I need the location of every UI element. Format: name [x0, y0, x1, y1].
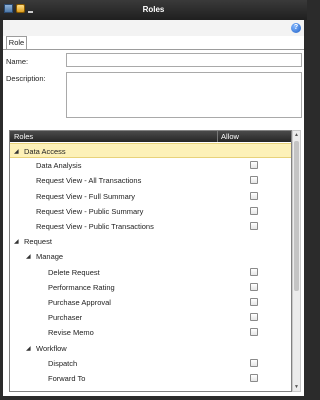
allow-checkbox[interactable]: [250, 282, 258, 291]
grid-row[interactable]: Request View - Full Summary: [10, 189, 291, 204]
triangle-expanded-icon[interactable]: ◢: [26, 253, 31, 260]
grid-row-label: Workflow: [36, 343, 67, 353]
scroll-down-icon[interactable]: ▼: [293, 383, 300, 391]
grid-row-label: Request View - Public Summary: [36, 206, 144, 216]
grid-row[interactable]: Performance Rating: [10, 280, 291, 295]
allow-column-header[interactable]: Allow: [221, 132, 239, 141]
allow-checkbox[interactable]: [250, 328, 258, 337]
grid-row[interactable]: Request View - All Transactions: [10, 173, 291, 188]
name-label: Name:: [6, 57, 29, 66]
allow-checkbox[interactable]: [250, 298, 258, 306]
column-separator[interactable]: [217, 131, 218, 142]
triangle-expanded-icon[interactable]: ◢: [26, 345, 31, 352]
roles-column-header[interactable]: Roles: [14, 132, 33, 141]
allow-checkbox[interactable]: [250, 206, 258, 215]
grid-row-label: Performance Rating: [48, 282, 115, 292]
grid-row[interactable]: Request View - Public Summary: [10, 204, 291, 219]
allow-checkbox[interactable]: [250, 374, 258, 382]
grid-row[interactable]: Data Analysis: [10, 158, 291, 173]
grid-row[interactable]: ◢ Request: [10, 234, 291, 249]
scroll-up-icon[interactable]: ▲: [293, 131, 300, 139]
grid-row-label: Purchaser: [48, 313, 83, 323]
allow-checkbox[interactable]: [250, 267, 258, 276]
roles-grid: Roles Allow ◢ Data Access Data Analysis Req…: [9, 130, 292, 392]
grid-row[interactable]: ◢ Data Access: [10, 143, 291, 158]
tab-role[interactable]: Role: [6, 36, 27, 50]
grid-row[interactable]: Purchase Approval: [10, 295, 291, 310]
grid-row[interactable]: ◢ Manage: [10, 249, 291, 264]
toolbar-strip: [3, 20, 304, 36]
description-field[interactable]: [66, 72, 302, 118]
grid-row[interactable]: Purchaser: [10, 310, 291, 325]
allow-checkbox[interactable]: [250, 191, 258, 200]
scrollbar-thumb[interactable]: [294, 141, 299, 291]
name-field[interactable]: [66, 53, 302, 67]
grid-row[interactable]: Request View - Public Transactions: [10, 219, 291, 234]
allow-checkbox[interactable]: [250, 176, 258, 185]
grid-row-label: Forward To: [48, 374, 86, 383]
window-title: Roles: [142, 5, 165, 14]
grid-row[interactable]: Dispatch: [10, 356, 291, 371]
grid-row[interactable]: Delete Request: [10, 265, 291, 280]
grid-row-label: Data Access: [24, 147, 66, 156]
grid-row[interactable]: ◢ Workflow: [10, 341, 291, 356]
grid-row-label: Request View - All Transactions: [36, 176, 142, 186]
grid-row[interactable]: Forward To: [10, 371, 291, 386]
allow-checkbox[interactable]: [250, 358, 258, 367]
grid-row-label: Request View - Public Transactions: [36, 222, 154, 231]
grid-row-label: Manage: [36, 252, 64, 262]
title-bar: Roles: [0, 0, 307, 20]
grid-row-label: Delete Request: [48, 267, 100, 277]
grid-row-label: Purchase Approval: [48, 298, 111, 307]
allow-checkbox[interactable]: [250, 161, 258, 170]
description-label: Description:: [6, 74, 46, 83]
triangle-expanded-icon[interactable]: ◢: [14, 238, 19, 245]
allow-checkbox[interactable]: [250, 222, 258, 230]
help-icon[interactable]: ?: [291, 23, 301, 33]
grid-vertical-scrollbar[interactable]: ▲ ▼: [292, 130, 301, 392]
grid-row-label: Dispatch: [48, 358, 78, 368]
grid-row-label: Request: [24, 237, 52, 247]
window-bottom-border: [0, 396, 307, 400]
grid-row-label: Request View - Full Summary: [36, 191, 136, 201]
grid-row-label: Data Analysis: [36, 161, 82, 171]
grid-row[interactable]: Revise Memo: [10, 325, 291, 340]
grid-header: Roles Allow: [10, 131, 291, 142]
tab-divider: [3, 49, 304, 50]
grid-row-label: Revise Memo: [48, 328, 94, 338]
triangle-expanded-icon[interactable]: ◢: [14, 148, 19, 155]
allow-checkbox[interactable]: [250, 313, 258, 322]
window-content: ? Role Name: Description: Roles Allow ◢ D…: [3, 20, 304, 396]
